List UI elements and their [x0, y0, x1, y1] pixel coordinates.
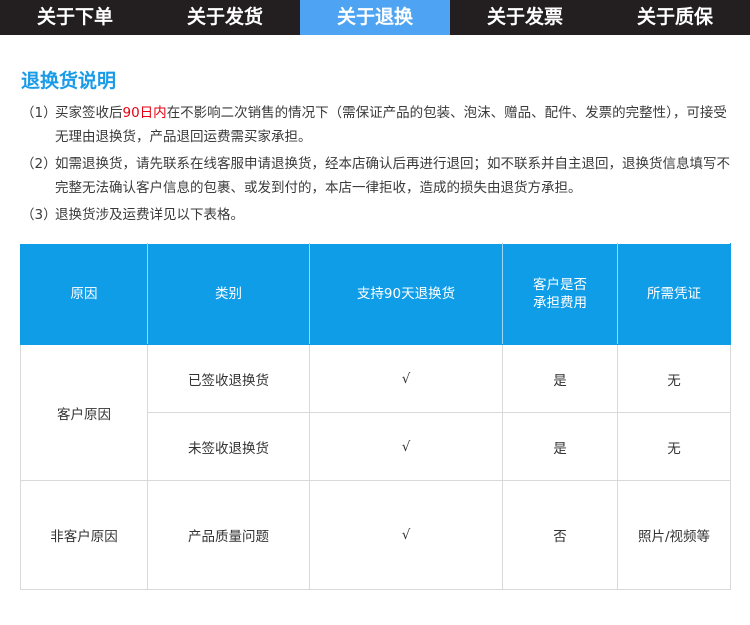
note-item: （3） 退换货涉及运费详见以下表格。 [21, 203, 733, 227]
note-number: （3） [21, 207, 57, 223]
notes-list: （1） 买家签收后90日内在不影响二次销售的情况下（需保证产品的包装、泡沫、赠品… [21, 101, 733, 230]
note-number: （2） [21, 156, 57, 172]
cell-category: 已签收退换货 [147, 344, 310, 413]
cell-reason: 非客户原因 [20, 480, 148, 590]
cell-pay: 是 [502, 412, 618, 481]
tab-shipping[interactable]: 关于发货 [150, 0, 300, 35]
header-customer-pays: 客户是否 承担费用 [502, 243, 618, 345]
tab-order[interactable]: 关于下单 [0, 0, 150, 35]
returns-table: 原因 类别 支持90天退换货 客户是否承担费用 所需凭证 客户原因 已签收退换货… [20, 243, 731, 590]
tab-warranty[interactable]: 关于质保 [600, 0, 750, 35]
cell-pay: 是 [502, 344, 618, 413]
cell-proof: 无 [617, 412, 731, 481]
cell-support: √ [309, 480, 503, 590]
header-support-90-days: 支持90天退换货 [309, 243, 503, 345]
cell-support: √ [309, 412, 503, 481]
table-header-row: 原因 类别 支持90天退换货 客户是否承担费用 所需凭证 [20, 243, 731, 345]
header-reason: 原因 [20, 243, 148, 345]
note-text: 退换货涉及运费详见以下表格。 [55, 207, 244, 223]
top-nav: 关于下单 关于发货 关于退换 关于发票 关于质保 [0, 0, 750, 35]
header-proof: 所需凭证 [617, 243, 731, 345]
tab-returns[interactable]: 关于退换 [300, 0, 450, 35]
note-text: 如需退换货，请先联系在线客服申请退换货，经本店确认后再进行退回；如不联系并自主退… [55, 156, 730, 196]
header-customer-pays-line2: 承担费用 [533, 295, 587, 311]
table-row: 客户原因 已签收退换货 √ 是 无 [20, 344, 731, 481]
cell-reason: 客户原因 [20, 344, 148, 481]
cell-category: 未签收退换货 [147, 412, 310, 481]
table-row: 非客户原因 产品质量问题 √ 否 照片/视频等 [20, 480, 731, 590]
header-customer-pays-line1: 客户是否 [533, 277, 587, 293]
note-item: （1） 买家签收后90日内在不影响二次销售的情况下（需保证产品的包装、泡沫、赠品… [21, 101, 733, 149]
cell-support: √ [309, 344, 503, 413]
cell-pay: 否 [502, 480, 618, 590]
header-category: 类别 [147, 243, 310, 345]
cell-category: 产品质量问题 [147, 480, 310, 590]
cell-proof: 无 [617, 344, 731, 413]
note-number: （1） [21, 105, 57, 121]
note-highlight: 90日内 [122, 105, 167, 121]
cell-proof: 照片/视频等 [617, 480, 731, 590]
note-item: （2） 如需退换货，请先联系在线客服申请退换货，经本店确认后再进行退回；如不联系… [21, 152, 733, 200]
note-text-pre: 买家签收后 [55, 105, 123, 121]
section-title: 退换货说明 [21, 70, 117, 92]
tab-invoice[interactable]: 关于发票 [450, 0, 600, 35]
